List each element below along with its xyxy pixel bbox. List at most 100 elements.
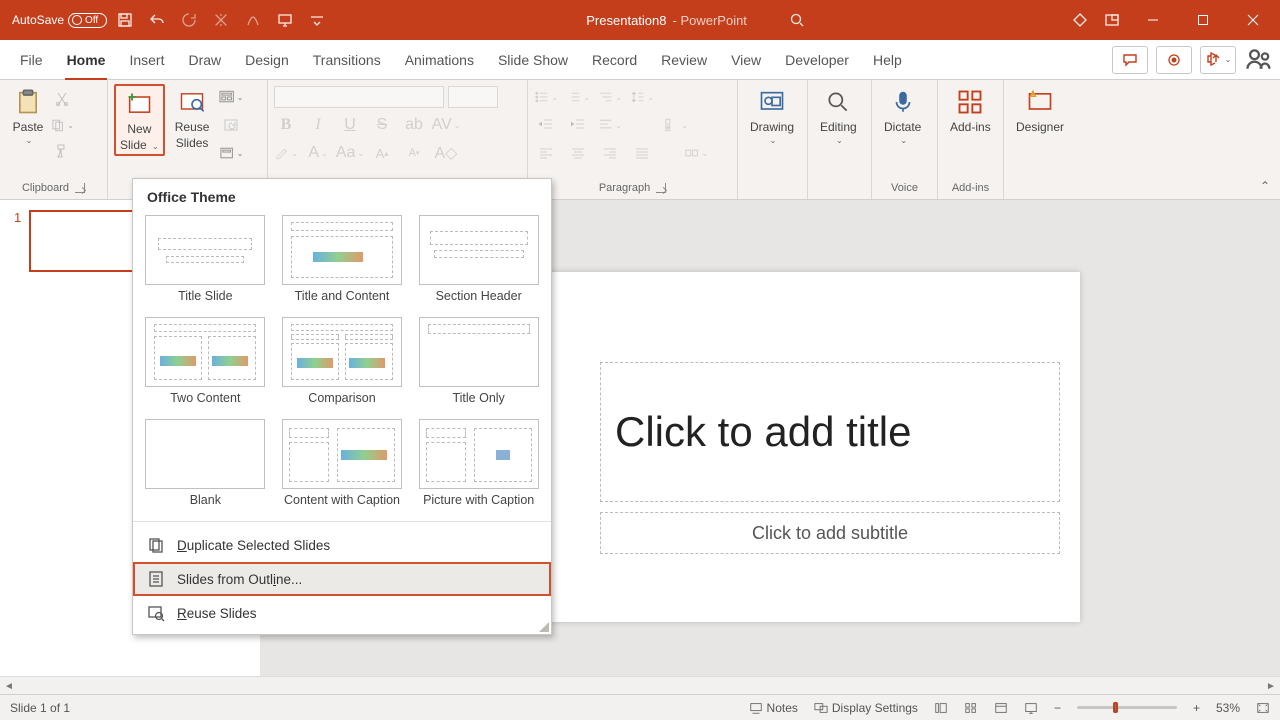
align-left-icon[interactable]	[534, 142, 558, 164]
clear-formatting-icon[interactable]: A◇	[434, 142, 458, 164]
font-size-combo[interactable]	[448, 86, 498, 108]
dictate-button[interactable]: Dictate⌄	[878, 84, 927, 147]
comments-button[interactable]	[1112, 46, 1148, 74]
autosave-toggle[interactable]: Off	[68, 13, 107, 28]
dec-indent-icon[interactable]	[534, 114, 558, 136]
sorter-view-icon[interactable]	[964, 701, 978, 715]
tab-design[interactable]: Design	[233, 40, 301, 80]
account-icon[interactable]	[1244, 46, 1272, 74]
bold-icon[interactable]: B	[274, 114, 298, 136]
font-color-icon[interactable]: A⌄	[306, 142, 330, 164]
underline-icon[interactable]: U	[338, 114, 362, 136]
share-button[interactable]: ⌄	[1200, 46, 1236, 74]
text-direction-icon[interactable]: ⌄	[664, 114, 688, 136]
reset-icon[interactable]	[219, 114, 243, 136]
layout-title-only[interactable]: Title Only	[416, 317, 541, 407]
font-name-combo[interactable]	[274, 86, 444, 108]
slides-from-outline-item[interactable]: Slides from Outline...	[133, 562, 551, 596]
align-right-icon[interactable]	[598, 142, 622, 164]
tab-slideshow[interactable]: Slide Show	[486, 40, 580, 80]
align-text-icon[interactable]: ⌄	[598, 114, 622, 136]
minimize-button[interactable]	[1130, 0, 1176, 40]
grow-font-icon[interactable]: A▴	[370, 142, 394, 164]
layout-title-content[interactable]: Title and Content	[280, 215, 405, 305]
normal-view-icon[interactable]	[934, 701, 948, 715]
tab-view[interactable]: View	[719, 40, 773, 80]
zoom-in-button[interactable]: +	[1193, 701, 1200, 715]
smartart-icon[interactable]: ⌄	[684, 142, 708, 164]
save-icon[interactable]	[111, 6, 139, 34]
reading-view-icon[interactable]	[994, 701, 1008, 715]
section-icon[interactable]: ⌄	[219, 142, 243, 164]
redo-icon[interactable]	[175, 6, 203, 34]
align-center-icon[interactable]	[566, 142, 590, 164]
layout-two-content[interactable]: Two Content	[143, 317, 268, 407]
drawing-button[interactable]: Drawing⌄	[744, 84, 800, 147]
tab-help[interactable]: Help	[861, 40, 914, 80]
layout-content-caption[interactable]: Content with Caption	[280, 419, 405, 509]
tab-insert[interactable]: Insert	[117, 40, 176, 80]
reuse-slides-button[interactable]: Reuse Slides	[169, 84, 216, 152]
reuse-slides-item[interactable]: Reuse Slides	[133, 596, 551, 630]
tab-animations[interactable]: Animations	[393, 40, 486, 80]
window-layout-icon[interactable]	[1098, 6, 1126, 34]
maximize-button[interactable]	[1180, 0, 1226, 40]
tab-record[interactable]: Record	[580, 40, 649, 80]
addins-button[interactable]: Add-ins	[944, 84, 997, 136]
collapse-ribbon-icon[interactable]: ⌃	[1260, 179, 1270, 193]
justify-icon[interactable]	[630, 142, 654, 164]
strike-icon[interactable]: S	[370, 114, 394, 136]
layout-picture-caption[interactable]: Picture with Caption	[416, 419, 541, 509]
resize-grip-icon[interactable]	[539, 622, 549, 632]
close-button[interactable]	[1230, 0, 1276, 40]
scroll-left-icon[interactable]: ◄	[0, 677, 18, 695]
scroll-right-icon[interactable]: ►	[1262, 677, 1280, 695]
tab-draw[interactable]: Draw	[176, 40, 233, 80]
list-level-icon[interactable]: ⌄	[598, 86, 622, 108]
tab-developer[interactable]: Developer	[773, 40, 861, 80]
italic-icon[interactable]: I	[306, 114, 330, 136]
fit-to-window-icon[interactable]	[1256, 701, 1270, 715]
designer-button[interactable]: Designer	[1010, 84, 1070, 136]
layout-comparison[interactable]: Comparison	[280, 317, 405, 407]
horizontal-scrollbar[interactable]: ◄ ►	[0, 676, 1280, 694]
copy-icon[interactable]: ⌄	[50, 114, 74, 136]
display-settings-button[interactable]: Display Settings	[814, 701, 918, 715]
slide-canvas[interactable]: Click to add title Click to add subtitle	[460, 272, 1080, 622]
slide-thumbnail-1[interactable]	[29, 210, 134, 272]
touch-mode-icon[interactable]	[239, 6, 267, 34]
new-slide-button[interactable]: New Slide ⌄	[114, 84, 165, 156]
highlight-icon[interactable]: ⌄	[274, 142, 298, 164]
notes-button[interactable]: Notes	[749, 701, 798, 715]
title-placeholder[interactable]: Click to add title	[600, 362, 1060, 502]
line-spacing-icon[interactable]: ⌄	[630, 86, 654, 108]
tab-home[interactable]: Home	[55, 40, 118, 80]
numbering-icon[interactable]: ⌄	[566, 86, 590, 108]
shrink-font-icon[interactable]: A▾	[402, 142, 426, 164]
layout-title-slide[interactable]: Title Slide	[143, 215, 268, 305]
zoom-out-button[interactable]: −	[1054, 701, 1061, 715]
layout-blank[interactable]: Blank	[143, 419, 268, 509]
undo-icon[interactable]	[143, 6, 171, 34]
inc-indent-icon[interactable]	[566, 114, 590, 136]
tab-transitions[interactable]: Transitions	[301, 40, 393, 80]
format-painter-icon[interactable]	[50, 140, 74, 162]
layout-icon[interactable]: ⌄	[219, 86, 243, 108]
zoom-slider[interactable]	[1077, 706, 1177, 709]
layout-section-header[interactable]: Section Header	[416, 215, 541, 305]
repeat-icon[interactable]	[207, 6, 235, 34]
clipboard-launcher-icon[interactable]	[75, 183, 85, 193]
slideshow-view-icon[interactable]	[1024, 701, 1038, 715]
slideshow-icon[interactable]	[271, 6, 299, 34]
character-spacing-icon[interactable]: AV⌄	[434, 114, 458, 136]
duplicate-slides-item[interactable]: Duplicate Selected Slides	[133, 528, 551, 562]
shadow-icon[interactable]: ab	[402, 114, 426, 136]
zoom-value[interactable]: 53%	[1216, 701, 1240, 715]
paste-button[interactable]: Paste⌄	[6, 84, 50, 147]
cut-icon[interactable]	[50, 88, 74, 110]
paragraph-launcher-icon[interactable]	[656, 183, 666, 193]
diamond-icon[interactable]	[1066, 6, 1094, 34]
search-icon[interactable]	[783, 6, 811, 34]
tab-file[interactable]: File	[8, 40, 55, 80]
tab-review[interactable]: Review	[649, 40, 719, 80]
